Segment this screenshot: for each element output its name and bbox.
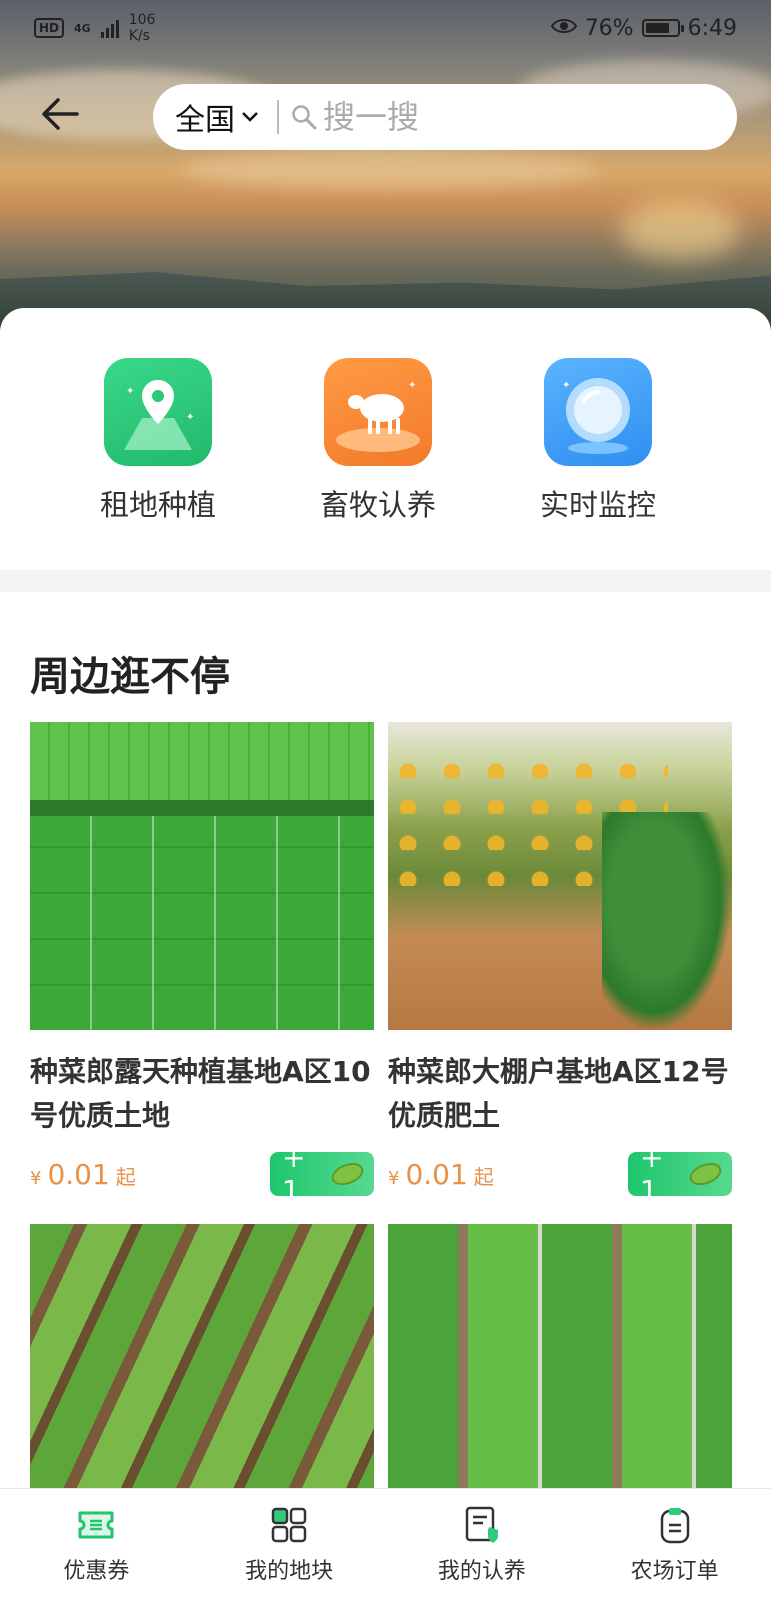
nav-my-adoptions[interactable]: 我的认养 xyxy=(386,1489,579,1600)
nav-label: 农场订单 xyxy=(630,1558,719,1584)
nav-coupons[interactable]: 优惠券 xyxy=(0,1489,193,1600)
region-label: 全国 xyxy=(175,103,235,138)
clock: 6:49 xyxy=(687,15,737,41)
sheep-icon: ✦ xyxy=(324,358,432,466)
category-label: 畜牧认养 xyxy=(319,488,436,522)
search-divider xyxy=(277,100,279,134)
svg-text:✦: ✦ xyxy=(408,380,416,391)
battery-icon xyxy=(641,19,684,37)
product-title: 种菜郎大棚户基地A区12号优质肥土 xyxy=(388,1055,729,1132)
clipboard-icon xyxy=(660,1507,689,1543)
nearby-section: 周边逛不停 种菜郎露天种植基地A区10号优质土地 ¥0.01 起 + 1 种菜郎大… xyxy=(0,592,771,1532)
product-image xyxy=(388,1224,732,1532)
add-button[interactable]: + 1 xyxy=(628,1141,732,1207)
battery-percent: 76% xyxy=(584,15,634,41)
product-card[interactable]: 种菜郎大棚户基地A区12号优质肥土 ¥0.01 起 + 1 xyxy=(388,722,732,1207)
adopt-doc-icon xyxy=(465,1506,498,1543)
category-livestock[interactable]: ✦ 畜牧认养 xyxy=(278,358,478,524)
category-land-planting[interactable]: ✦ ✦ 租地种植 xyxy=(58,358,258,524)
map-pin-icon: ✦ ✦ xyxy=(104,358,212,466)
chevron-down-icon xyxy=(242,112,258,122)
product-card[interactable]: 种菜郎露天种植基地A区10号优质土地 ¥0.01 起 + 1 xyxy=(30,722,374,1207)
add-label: + 1 xyxy=(282,1141,306,1207)
product-title: 种菜郎露天种植基地A区10号优质土地 xyxy=(30,1055,371,1132)
product-image xyxy=(388,722,732,1030)
product-price: ¥0.01 起 xyxy=(30,1157,136,1191)
coupon-icon xyxy=(78,1511,114,1538)
svg-text:✦: ✦ xyxy=(126,386,134,397)
nav-farm-orders[interactable]: 农场订单 xyxy=(578,1489,771,1600)
product-card[interactable] xyxy=(388,1224,732,1532)
back-button[interactable] xyxy=(38,92,82,136)
category-label: 实时监控 xyxy=(539,488,656,522)
hd-badge: HD xyxy=(34,18,65,38)
search-icon xyxy=(292,105,317,130)
add-label: + 1 xyxy=(640,1141,664,1207)
product-price: ¥0.01 起 xyxy=(388,1157,494,1191)
nav-label: 我的认养 xyxy=(437,1558,526,1584)
svg-text:✦: ✦ xyxy=(562,380,570,391)
category-live-monitor[interactable]: ✦ 实时监控 xyxy=(498,358,698,524)
nav-my-plots[interactable]: 我的地块 xyxy=(193,1489,386,1600)
product-image xyxy=(30,722,374,1030)
signal-icon xyxy=(100,18,119,38)
bottom-nav: 优惠券 我的地块 我的认养 农场订单 xyxy=(0,1488,771,1600)
region-selector[interactable]: 全国 xyxy=(175,95,259,139)
category-panel: ✦ ✦ 租地种植 ✦ 畜牧认养 ✦ 实时监控 xyxy=(0,308,771,570)
add-button[interactable]: + 1 xyxy=(270,1141,374,1207)
camera-lens-icon: ✦ xyxy=(544,358,652,466)
svg-text:✦: ✦ xyxy=(186,412,194,423)
product-image xyxy=(30,1224,374,1532)
grid-icon xyxy=(271,1507,307,1542)
search-input[interactable] xyxy=(323,98,703,136)
product-card[interactable] xyxy=(30,1224,374,1532)
category-label: 租地种植 xyxy=(99,488,216,522)
eye-icon xyxy=(550,16,577,41)
nav-label: 我的地块 xyxy=(245,1558,334,1584)
nav-label: 优惠券 xyxy=(63,1558,130,1584)
bean-icon xyxy=(686,1157,725,1191)
search-bar: 全国 xyxy=(153,84,737,150)
section-title: 周边逛不停 xyxy=(30,654,230,700)
status-bar: HD 4G 106 K/s 76% 6:49 xyxy=(0,0,771,56)
bean-icon xyxy=(328,1157,367,1191)
network-speed: 106 K/s xyxy=(128,12,156,44)
arrow-left-icon xyxy=(42,98,79,130)
network-type: 4G xyxy=(74,21,91,35)
